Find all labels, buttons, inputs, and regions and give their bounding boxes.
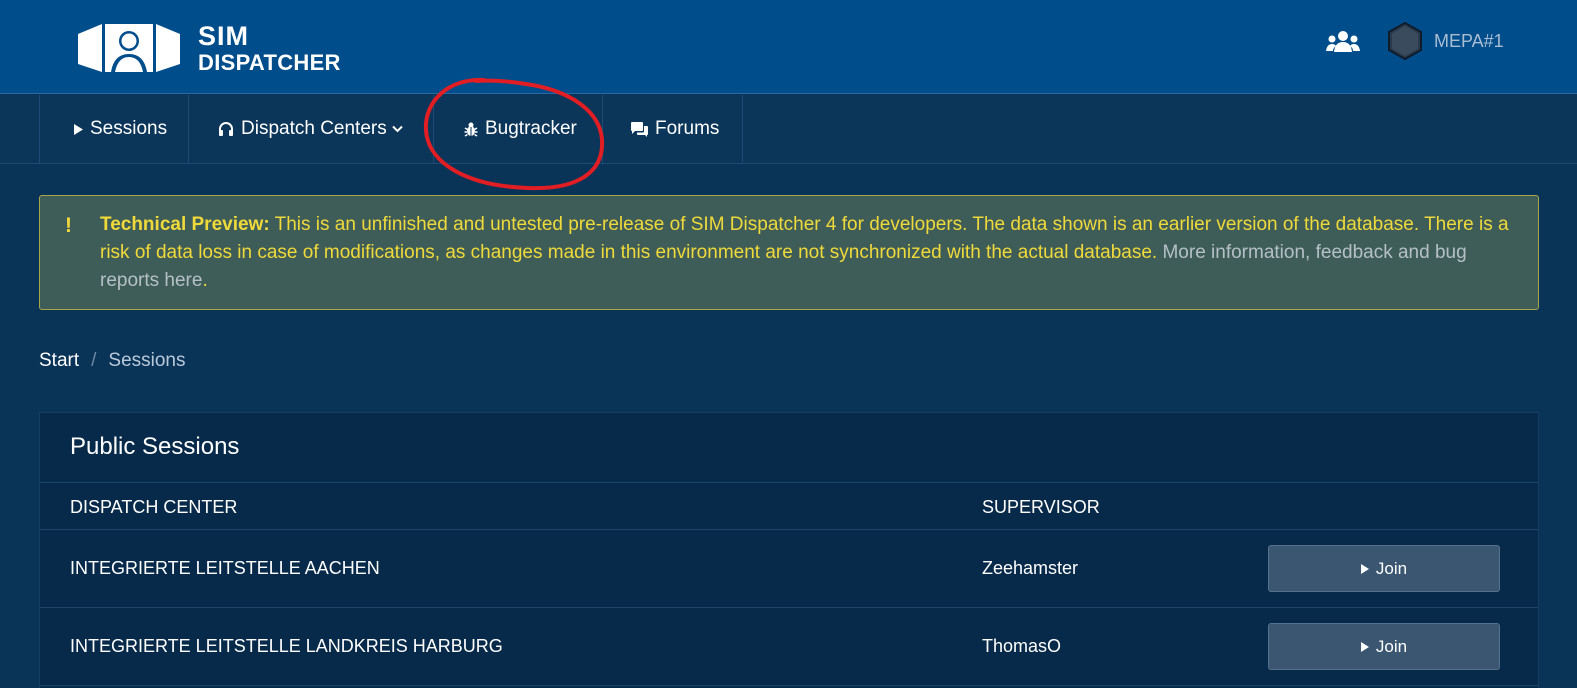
technical-preview-alert: ! Technical Preview: This is an unfinish… (39, 195, 1539, 310)
breadcrumb: Start / Sessions (39, 350, 186, 372)
nav-item-sessions[interactable]: Sessions (39, 95, 188, 163)
join-label: Join (1375, 636, 1408, 656)
join-button[interactable]: Join (1268, 545, 1500, 592)
table-row: INTEGRIERTE LEITSTELLE AACHEN Zeehamster… (40, 530, 1538, 608)
logo-emblem-icon (78, 24, 180, 72)
logo-text: SIM DISPATCHER (198, 20, 341, 75)
bug-icon (464, 122, 478, 137)
join-button[interactable]: Join (1268, 623, 1500, 670)
alert-title: Technical Preview: (100, 214, 270, 235)
headset-icon (218, 121, 234, 137)
alert-message: Technical Preview: This is an unfinished… (100, 211, 1520, 295)
supervisor-name: Zeehamster (982, 558, 1079, 578)
breadcrumb-start-link[interactable]: Start (39, 350, 79, 372)
chevron-down-icon (392, 125, 403, 133)
supervisor-name: ThomasO (982, 636, 1062, 656)
table-header: DISPATCH CENTER SUPERVISOR (40, 482, 1538, 530)
user-name[interactable]: MEPA#1 (1434, 31, 1504, 52)
logo-line-1: SIM (198, 20, 250, 51)
nav-item-bugtracker[interactable]: Bugtracker (433, 95, 602, 163)
play-icon (1360, 641, 1369, 652)
breadcrumb-separator: / (91, 350, 97, 371)
column-header-supervisor: SUPERVISOR (982, 497, 1100, 517)
dispatch-center-name: INTEGRIERTE LEITSTELLE LANDKREIS HARBURG (70, 636, 503, 656)
nav-item-label: Sessions (90, 118, 168, 139)
card-title: Public Sessions (70, 433, 240, 460)
public-sessions-card: Public Sessions DISPATCH CENTER SUPERVIS… (39, 412, 1539, 688)
nav-item-forums[interactable]: Forums (602, 95, 743, 163)
alert-end: . (202, 270, 208, 291)
table-row: INTEGRIERTE LEITSTELLE LANDKREIS HARBURG… (40, 608, 1538, 686)
nav-item-dispatch-centers[interactable]: Dispatch Centers (188, 95, 433, 163)
nav-item-label: Forums (655, 118, 720, 139)
avatar-icon[interactable] (1388, 22, 1422, 60)
nav-item-label: Bugtracker (485, 118, 577, 139)
play-icon (1360, 563, 1369, 574)
column-header-dispatch-center: DISPATCH CENTER (70, 497, 238, 517)
exclamation-icon: ! (65, 214, 72, 237)
sim-dispatcher-logo[interactable]: SIM DISPATCHER (78, 20, 341, 76)
join-label: Join (1375, 558, 1408, 578)
breadcrumb-current: Sessions (108, 350, 186, 371)
main-navigation: Sessions Dispatch Centers Bugtracker For… (0, 95, 1577, 164)
comments-icon (631, 121, 648, 137)
users-icon[interactable] (1326, 30, 1360, 54)
play-icon (74, 123, 83, 135)
dispatch-center-name: INTEGRIERTE LEITSTELLE AACHEN (70, 558, 380, 578)
top-header: SIM DISPATCHER MEPA#1 (0, 0, 1577, 94)
nav-item-label: Dispatch Centers (241, 118, 387, 139)
logo-line-2: DISPATCHER (198, 49, 341, 75)
